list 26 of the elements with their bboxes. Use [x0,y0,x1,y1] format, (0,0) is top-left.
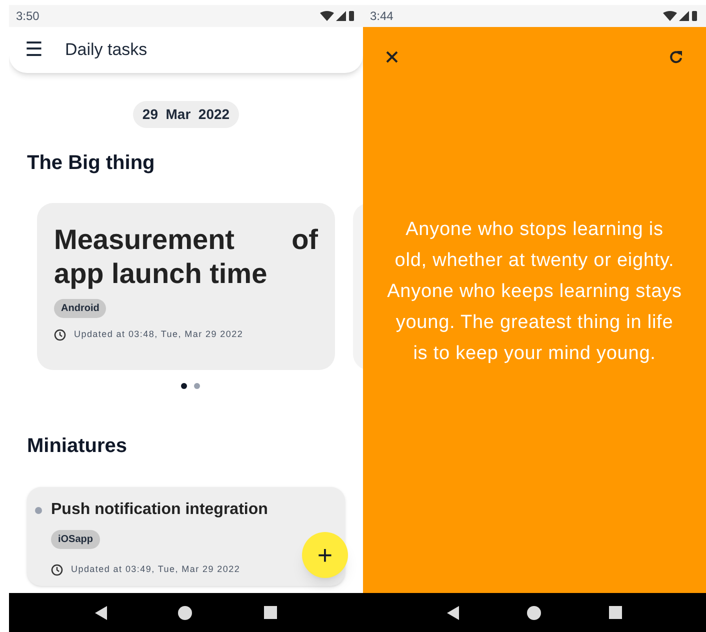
close-icon[interactable] [386,51,398,63]
tag-chip: Android [54,299,106,318]
card-title: Measurement of app launch time [54,223,318,291]
back-icon[interactable] [94,606,107,620]
bullet-icon [35,506,42,514]
status-time: 3:44 [370,8,394,25]
quote-text: Anyone who stops learning is old, whether at twenty or eighty. Anyone who keeps learning stays young. The greatest thing in life is to keep your mind young. [387,218,682,366]
section-heading: Miniatures [27,434,128,459]
back-icon[interactable] [447,606,459,620]
clock-icon [51,564,63,576]
status-time: 3:50 [16,8,40,25]
task-card[interactable]: Measurement of app launch time Android Updated at 03:48, Tue, Mar 29 2022 [37,203,335,370]
updated-text: Updated at 03:49, Tue, Mar 29 2022 [71,563,240,576]
clock-icon [54,328,66,341]
date-chip: 29 Mar 2022 [133,101,239,128]
card-title: Push notification integration [51,500,268,520]
app-title: Daily tasks [65,39,148,62]
section-heading: The Big thing [27,151,156,176]
refresh-icon[interactable] [669,50,683,64]
status-icons [663,10,699,22]
home-icon[interactable] [178,606,192,620]
status-icons [320,10,356,22]
recents-icon[interactable] [264,606,278,619]
tag-chip: iOSapp [51,530,100,549]
home-icon[interactable] [527,606,541,620]
updated-text: Updated at 03:48, Tue, Mar 29 2022 [74,328,244,341]
